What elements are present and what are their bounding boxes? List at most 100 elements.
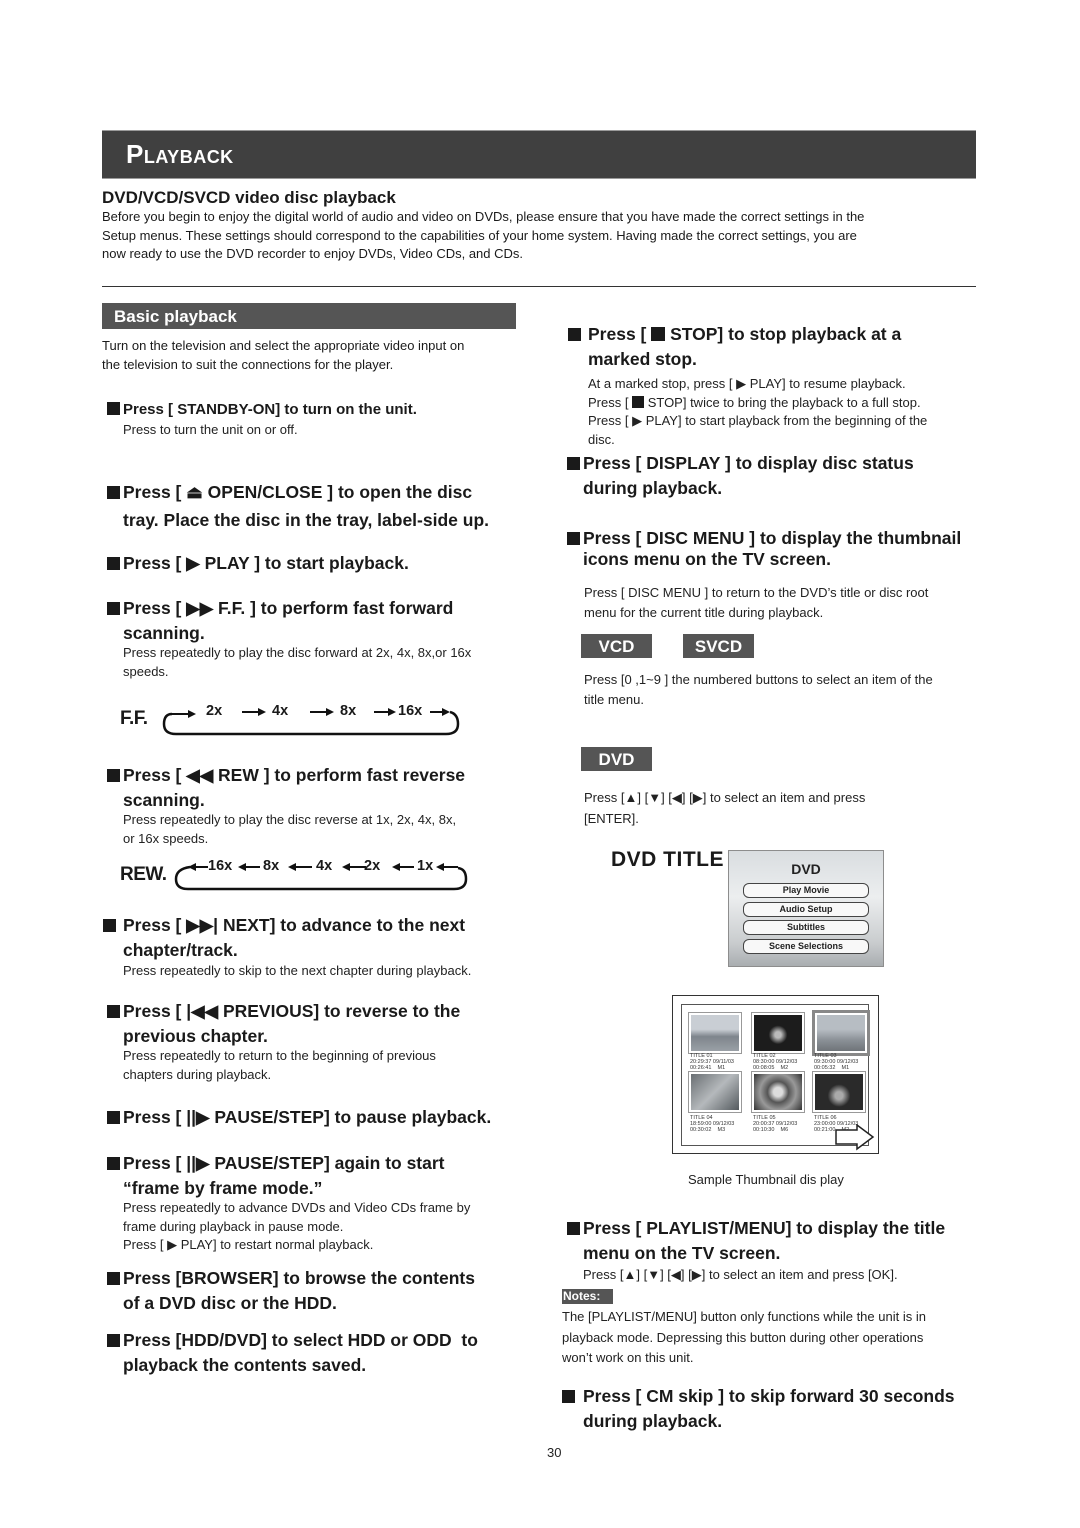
intro-line: Before you begin to enjoy the digital wo… (102, 209, 865, 224)
intro-paragraph: Before you begin to enjoy the digital wo… (102, 208, 982, 264)
step-playlist: Press [ PLAYLIST/MENU] to display the ti… (567, 1216, 945, 1265)
step-heading: F.F. ] to perform fast forward (218, 598, 454, 618)
dvd-title-label: DVD TITLE (611, 848, 724, 871)
rew-speed: 1x (417, 858, 434, 874)
step-heading-pre: Press [ (123, 598, 187, 618)
bullet-square-icon (107, 1272, 120, 1285)
bullet-square-icon (567, 532, 580, 545)
step-heading: REW ] to perform fast reverse (218, 765, 466, 785)
bullet-square-icon (107, 402, 120, 415)
step-heading-line2: during playback. (583, 1410, 723, 1431)
divider (102, 286, 976, 287)
desc-pre: Press [ (123, 1237, 168, 1252)
step-heading: Press [ DISC MENU ] to display the thumb… (583, 528, 962, 548)
thumbnail-illustration: TITLE 01 20:29:37 09/11/03 00:26:41 M1 TIT… (672, 995, 879, 1154)
step-playlist-desc: Press [▲] [▼] [◀] [▶] to select an item … (583, 1267, 898, 1282)
step-heading-pre: Press [ (123, 1107, 187, 1127)
notes-label: Notes: (562, 1289, 613, 1304)
arrow-right-icon: ▶ (691, 1267, 702, 1282)
step-rewind-desc: Press repeatedly to play the disc revers… (123, 811, 456, 848)
step-heading-line2: marked stop. (588, 348, 697, 369)
desc-line: frame during playback in pause mode. (123, 1218, 344, 1234)
desc-line: Press repeatedly to return to the beginn… (123, 1048, 436, 1063)
ff-speed-diagram: F.F. 2x 4x 8x 16x (120, 700, 465, 740)
step-heading-pre: Press [ (123, 482, 187, 502)
bullet-square-icon (107, 1334, 120, 1347)
desc-line: [ENTER]. (584, 811, 639, 826)
step-heading: STOP] to stop playback at a (665, 324, 902, 344)
step-heading-pre: Press [ (123, 765, 187, 785)
play-icon: ▶ (186, 553, 200, 573)
desc-line: speeds. (123, 663, 169, 679)
arrow-up-icon: ▲ (623, 1267, 637, 1282)
step-stop: Press [ STOP] to stop playback at a mark… (568, 322, 901, 371)
step-heading-line2: tray. Place the disc in the tray, label-… (123, 509, 489, 530)
desc-line: disc. (588, 431, 615, 447)
step-open-close: Press [ ⏏ OPEN/CLOSE ] to open the disc … (107, 480, 489, 532)
step-heading-line2: during playback. (583, 477, 723, 498)
ff-speed: 16x (398, 703, 423, 719)
fast-forward-icon: ▶▶ (186, 598, 214, 618)
step-heading-line2: of a DVD disc or the HDD. (123, 1292, 337, 1313)
step-heading: NEXT] to advance to the next (222, 915, 466, 935)
previous-track-icon: |◀◀ (186, 1001, 219, 1021)
bullet-square-icon (107, 486, 120, 499)
thumbnail (688, 1071, 742, 1113)
vcd-desc: Press [0 ,1~9 ] the numbered buttons to … (584, 670, 933, 710)
thumbnail-caption-label: Sample Thumbnail dis play (688, 1172, 844, 1187)
notes-line: playback mode. Depressing this button du… (562, 1329, 924, 1345)
step-heading-pre: Press [ (123, 1001, 187, 1021)
step-frame-desc: Press repeatedly to advance DVDs and Vid… (123, 1199, 470, 1255)
step-play: Press [ ▶ PLAY ] to start playback. (107, 551, 409, 576)
step-heading-pre: Press [ (123, 1153, 187, 1173)
intro-line: Setup menus. These settings should corre… (102, 227, 857, 243)
step-heading: Press [ DISPLAY ] to display disc status (583, 453, 914, 473)
step-heading-line2: scanning. (123, 622, 205, 643)
bullet-square-icon (103, 919, 116, 932)
arrow-left-icon: ◀ (670, 1267, 681, 1282)
page-title: Playback (126, 139, 234, 169)
desc-line: chapters during playback. (123, 1066, 272, 1082)
thumbnail-caption: TITLE 04 18:59:00 09/12/03 00:30:02 M3 (690, 1115, 735, 1133)
arrow-right-icon: ▶ (692, 790, 703, 805)
desc-line: menu for the current title during playba… (584, 605, 824, 620)
step-pause: Press [ ||▶ PAUSE/STEP] to pause playbac… (107, 1105, 491, 1130)
bullet-square-icon (107, 1157, 120, 1170)
step-heading-pre: Press [ (123, 553, 187, 573)
thumbnail-caption: TITLE 05 20:00:37 09/12/03 00:10:30 M6 (753, 1115, 798, 1133)
next-page-arrow-icon (835, 1124, 875, 1151)
tag-vcd: VCD (581, 634, 652, 658)
step-heading-pre: Press [ (123, 915, 187, 935)
step-heading-line2: icons menu on the TV screen. (583, 549, 831, 569)
step-hdd-dvd: Press [HDD/DVD] to select HDD or ODD to … (107, 1328, 478, 1377)
section-intro-line: Turn on the television and select the ap… (102, 338, 465, 353)
step-heading-line2: chapter/track. (123, 939, 238, 960)
section-intro-line: the television to suit the connections f… (102, 356, 394, 372)
desc-post: ] to select an item and press (702, 790, 866, 805)
intro-heading: DVD/VCD/SVCD video disc playback (102, 188, 396, 207)
step-standby: Press [ STANDBY-ON] to turn on the unit. (107, 400, 417, 420)
thumbnail-selected (812, 1010, 870, 1056)
desc-post: PLAY] to resume playback. (746, 376, 906, 391)
step-heading-line2: previous chapter. (123, 1025, 268, 1046)
thumbnail (751, 1012, 805, 1054)
intro-line: now ready to use the DVD recorder to enj… (102, 246, 524, 261)
arrow-up-icon: ▲ (624, 790, 638, 805)
thumbnail-caption: TITLE 02 08:30:00 09/12/03 00:08:05 M2 (753, 1053, 798, 1071)
step-rewind: Press [ ◀◀ REW ] to perform fast reverse… (107, 763, 465, 812)
bullet-square-icon (567, 457, 580, 470)
play-icon: ▶ (167, 1237, 178, 1252)
step-next: Press [ ▶▶| NEXT] to advance to the next… (103, 913, 465, 962)
thumbnail (751, 1071, 805, 1113)
step-heading-line2: playback the contents saved. (123, 1354, 367, 1375)
step-heading-pre: Press [ (588, 324, 652, 344)
bullet-square-icon (562, 1390, 575, 1403)
step-cm-skip: Press [ CM skip ] to skip forward 30 sec… (562, 1384, 955, 1433)
arrow-down-icon: ▼ (647, 1267, 661, 1282)
play-icon: ▶ (632, 413, 643, 428)
dvd-menu-button: Audio Setup (743, 902, 869, 917)
bullet-square-icon (568, 328, 581, 341)
thumbnail (688, 1012, 742, 1054)
thumbnail (812, 1071, 866, 1113)
pause-step-icon: ||▶ (186, 1153, 210, 1173)
